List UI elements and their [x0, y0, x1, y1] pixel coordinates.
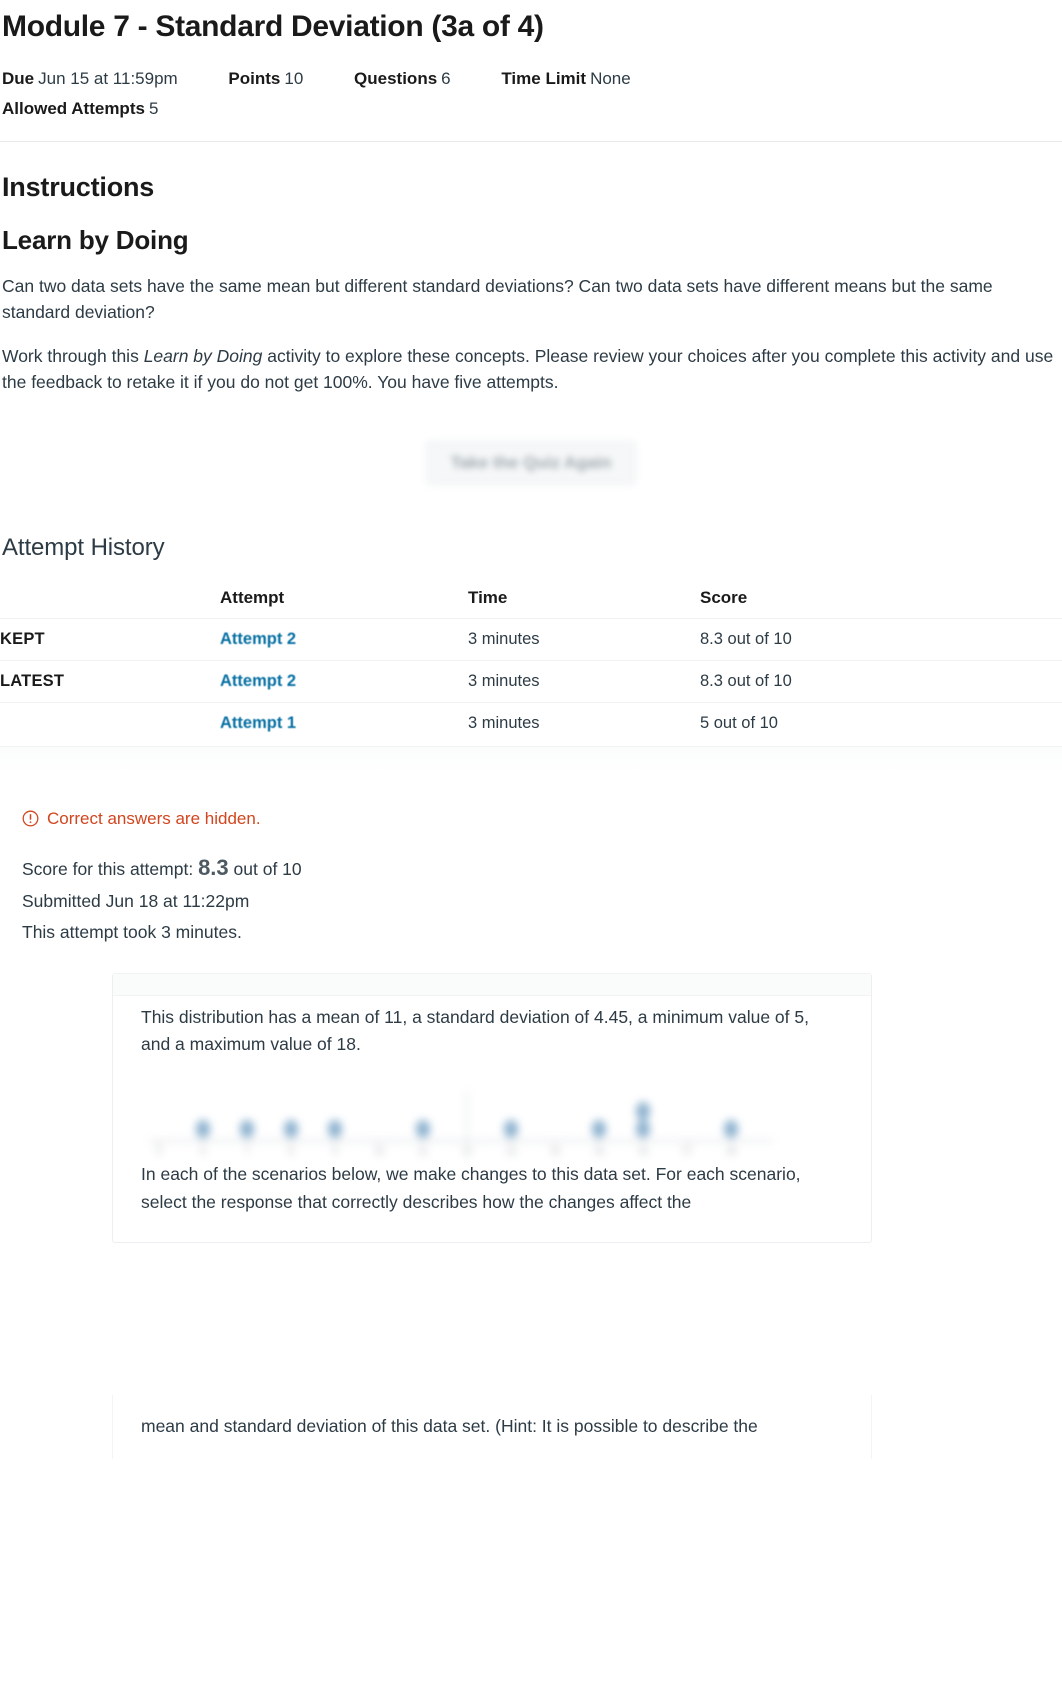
scenario-instructions: In each of the scenarios below, we make …: [141, 1163, 801, 1212]
quiz-results-page: Module 7 - Standard Deviation (3a of 4) …: [0, 0, 1062, 1700]
svg-text:7: 7: [244, 1146, 249, 1155]
meta-due-value: Jun 15 at 11:59pm: [38, 68, 178, 88]
table-row: KEPT Attempt 2 3 minutes 8.3 out of 10: [0, 618, 1062, 660]
meta-points-value: 10: [284, 68, 304, 88]
svg-text:6: 6: [200, 1146, 205, 1155]
attempt-table-shade: [0, 746, 1062, 773]
meta-time-limit-label: Time Limit: [501, 68, 587, 88]
svg-text:18: 18: [726, 1146, 736, 1155]
row-score: 5 out of 10: [700, 713, 778, 732]
attempt-history-header-row: Attempt Time Score: [0, 582, 1062, 619]
attempt-link[interactable]: Attempt 2: [220, 630, 296, 648]
latest-badge: LATEST: [0, 671, 65, 690]
svg-text:16: 16: [638, 1146, 648, 1155]
row-flag: KEPT: [0, 618, 220, 660]
row-flag: [0, 702, 220, 744]
page-title: Module 7 - Standard Deviation (3a of 4): [2, 10, 544, 43]
row-attempt: Attempt 2: [220, 660, 468, 702]
svg-text:13: 13: [506, 1146, 516, 1155]
meta-time-limit: Time Limit None: [501, 63, 630, 95]
attempt-link[interactable]: Attempt 1: [220, 714, 296, 732]
svg-text:17: 17: [682, 1146, 692, 1155]
column-header-time: Time: [468, 587, 508, 607]
attempt-history-section: Attempt History Attempt Time Score KEPT …: [0, 534, 1062, 773]
meta-allowed-attempts-label: Allowed Attempts: [2, 98, 145, 118]
dotplot-figure: 5 6 7 8 9 10 11 12 13 14 15 16 17 18: [141, 1083, 843, 1155]
attempt-result-summary: Score for this attempt: 8.3 out of 10 Su…: [22, 849, 1062, 947]
svg-text:8: 8: [288, 1146, 293, 1155]
question-card-continuation: mean and standard deviation of this data…: [112, 1395, 872, 1459]
attempt-history-heading: Attempt History: [2, 533, 165, 561]
status-badge: Correct answers are hidden.: [22, 809, 1062, 829]
question-card: This distribution has a mean of 11, a st…: [112, 972, 872, 1244]
meta-allowed-attempts-value: 5: [148, 98, 159, 118]
take-quiz-again-container: Take the Quiz Again: [0, 426, 1062, 500]
question-card-header-strip: [113, 973, 871, 996]
meta-points-label: Points: [228, 68, 281, 88]
column-header-flag: [0, 582, 220, 619]
meta-due: Due Jun 15 at 11:59pm: [2, 63, 178, 95]
instructions-p2-emphasis: Learn by Doing: [143, 345, 263, 366]
submitted-line: Submitted Jun 18 at 11:22pm: [22, 891, 250, 912]
question-card-fade: [112, 1245, 872, 1395]
instructions-p2-part1: Work through this: [2, 345, 144, 366]
row-time: 3 minutes: [468, 671, 540, 690]
take-quiz-again-button[interactable]: Take the Quiz Again: [425, 440, 637, 485]
meta-questions-value: 6: [441, 68, 451, 88]
meta-time-limit-value: None: [590, 68, 631, 88]
score-suffix: out of 10: [233, 858, 302, 879]
attempt-link[interactable]: Attempt 2: [220, 672, 296, 690]
instructions-heading: Instructions: [2, 172, 155, 203]
quiz-meta-bar: Due Jun 15 at 11:59pm Points 10 Questions 6…: [0, 45, 1062, 126]
attempt-history-thead: Attempt Time Score: [0, 582, 1062, 619]
duration-line: This attempt took 3 minutes.: [22, 921, 242, 942]
meta-allowed-attempts: Allowed Attempts 5: [2, 93, 1062, 125]
instructions-paragraph-1: Can two data sets have the same mean but…: [2, 276, 993, 322]
table-row: LATEST Attempt 2 3 minutes 8.3 out of 10: [0, 660, 1062, 702]
score-value: 8.3: [198, 854, 229, 880]
row-time: 3 minutes: [468, 713, 540, 732]
column-header-attempt: Attempt: [220, 587, 285, 607]
score-line: Score for this attempt: 8.3 out of 10: [22, 849, 1062, 887]
svg-text:5: 5: [156, 1146, 161, 1155]
attempt-history-tbody: KEPT Attempt 2 3 minutes 8.3 out of 10 L…: [0, 618, 1062, 744]
dotplot-svg: 5 6 7 8 9 10 11 12 13 14 15 16 17 18: [149, 1090, 773, 1155]
kept-badge: KEPT: [0, 629, 45, 648]
svg-text:11: 11: [418, 1146, 427, 1155]
svg-text:15: 15: [594, 1146, 604, 1155]
table-row: Attempt 1 3 minutes 5 out of 10: [0, 702, 1062, 744]
score-prefix: Score for this attempt:: [22, 858, 194, 879]
dotplot-tick-labels: 5 6 7 8 9 10 11 12 13 14 15 16 17 18: [156, 1146, 736, 1155]
svg-text:9: 9: [332, 1146, 337, 1155]
row-attempt: Attempt 1: [220, 702, 468, 744]
meta-divider: [0, 141, 1062, 143]
distribution-description: This distribution has a mean of 11, a st…: [141, 1006, 809, 1055]
instructions-paragraph-2: Work through this Learn by Doing activit…: [2, 344, 1062, 396]
svg-text:12: 12: [462, 1146, 472, 1155]
row-score: 8.3 out of 10: [700, 671, 792, 690]
svg-text:14: 14: [550, 1146, 560, 1155]
row-flag: LATEST: [0, 660, 220, 702]
row-time: 3 minutes: [468, 629, 540, 648]
row-attempt: Attempt 2: [220, 618, 468, 660]
meta-questions-label: Questions: [354, 68, 438, 88]
hidden-answers-text: Correct answers are hidden.: [47, 808, 261, 828]
meta-points: Points 10: [228, 63, 303, 95]
scenario-continuation: mean and standard deviation of this data…: [141, 1416, 758, 1436]
meta-questions: Questions 6: [354, 63, 451, 95]
column-header-score: Score: [700, 587, 748, 607]
svg-text:10: 10: [374, 1146, 384, 1155]
row-score: 8.3 out of 10: [700, 629, 792, 648]
warning-circle-icon: [22, 810, 39, 827]
learn-by-doing-heading: Learn by Doing: [2, 225, 189, 256]
meta-due-label: Due: [2, 68, 35, 88]
attempt-history-table: Attempt Time Score KEPT Attempt 2 3 minu…: [0, 582, 1062, 744]
